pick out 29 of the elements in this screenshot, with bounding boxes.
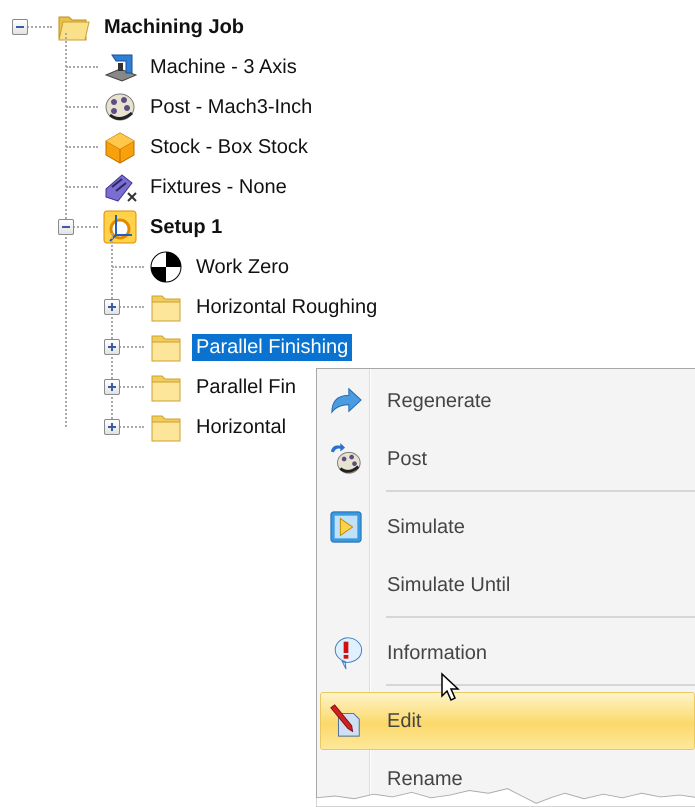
menu-item[interactable]: Post bbox=[320, 430, 695, 488]
menu-item[interactable]: Information bbox=[320, 624, 695, 682]
arrow-film-reel-icon bbox=[329, 442, 363, 476]
tree-item[interactable]: Machine - 3 Axis bbox=[146, 54, 301, 80]
menu-item[interactable]: Rename bbox=[320, 750, 695, 807]
tree-item[interactable]: Parallel Finishing bbox=[192, 334, 352, 360]
collapse-toggle[interactable] bbox=[58, 219, 74, 235]
expand-toggle[interactable] bbox=[104, 339, 120, 355]
origin-marker-icon bbox=[148, 249, 184, 285]
expand-toggle[interactable] bbox=[104, 419, 120, 435]
menu-item[interactable]: Simulate bbox=[320, 498, 695, 556]
tree-item[interactable]: Horizontal Roughing bbox=[192, 294, 382, 320]
tree-item[interactable]: Horizontal bbox=[192, 414, 290, 440]
expand-toggle[interactable] bbox=[104, 299, 120, 315]
tree-item[interactable]: Stock - Box Stock bbox=[146, 134, 312, 160]
tree-item[interactable]: Setup 1 bbox=[146, 214, 226, 240]
tree-item[interactable]: Machining Job bbox=[100, 14, 248, 40]
tree-item[interactable]: Parallel Fin bbox=[192, 374, 300, 400]
pointer-cursor-icon bbox=[440, 672, 460, 702]
tree-item[interactable]: Fixtures - None bbox=[146, 174, 291, 200]
tree-item[interactable]: Work Zero bbox=[192, 254, 293, 280]
gear-axes-icon bbox=[102, 209, 138, 245]
menu-item[interactable]: Edit bbox=[320, 692, 695, 750]
play-icon bbox=[329, 510, 363, 544]
tree-item[interactable]: Post - Mach3-Inch bbox=[146, 94, 316, 120]
menu-item[interactable]: Simulate Until bbox=[320, 556, 695, 614]
collapse-toggle[interactable] bbox=[12, 19, 28, 35]
expand-toggle[interactable] bbox=[104, 379, 120, 395]
menu-item[interactable]: Regenerate bbox=[320, 372, 695, 430]
